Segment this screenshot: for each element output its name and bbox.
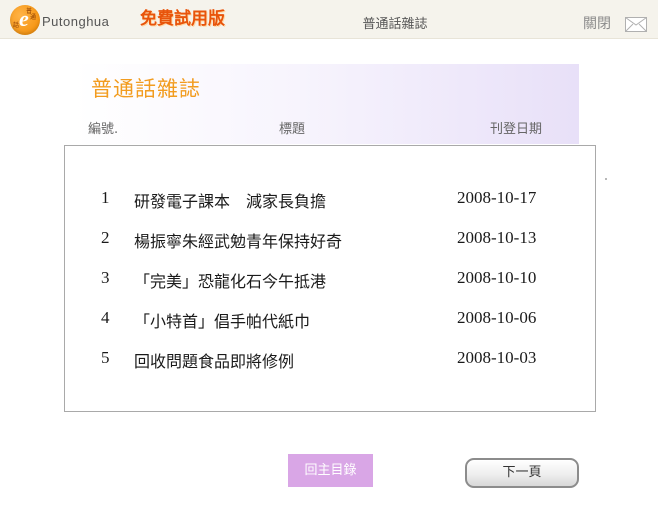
article-number: 2 bbox=[101, 228, 110, 247]
article-date: 2008-10-03 bbox=[457, 348, 537, 367]
article-date: 2008-10-17 bbox=[457, 188, 537, 207]
article-row[interactable]: 1 研發電子課本 減家長負擔 2008-10-17 bbox=[65, 185, 595, 211]
article-date: 2008-10-13 bbox=[457, 228, 537, 247]
article-title-link[interactable]: 研發電子課本 減家長負擔 bbox=[134, 188, 326, 212]
article-number: 3 bbox=[101, 268, 110, 287]
article-title-link[interactable]: 「小特首」倡手帕代紙巾 bbox=[134, 308, 310, 332]
article-date: 2008-10-06 bbox=[457, 308, 537, 327]
article-row[interactable]: 2 楊振寧朱經武勉青年保持好奇 2008-10-13 bbox=[65, 225, 595, 251]
article-number: 1 bbox=[101, 188, 110, 207]
trial-version-badge: 免費試用版 bbox=[140, 9, 225, 29]
article-row[interactable]: 4 「小特首」倡手帕代紙巾 2008-10-06 bbox=[65, 305, 595, 331]
article-row[interactable]: 3 「完美」恐龍化石今午抵港 2008-10-10 bbox=[65, 265, 595, 291]
back-to-main-menu-button[interactable]: 回主目錄 bbox=[288, 454, 373, 487]
article-title-link[interactable]: 楊振寧朱經武勉青年保持好奇 bbox=[134, 228, 342, 252]
logo-char: 通 bbox=[30, 14, 37, 21]
column-header-number: 編號. bbox=[88, 122, 119, 137]
envelope-icon[interactable] bbox=[625, 17, 647, 32]
close-button[interactable]: 關閉 bbox=[583, 13, 611, 33]
top-bar: e 普 通 話 Putonghua 免費試用版 普通話雜誌 關閉 bbox=[0, 0, 658, 39]
next-page-button[interactable]: 下一頁 bbox=[465, 458, 579, 488]
window-title: 普通話雜誌 bbox=[362, 17, 428, 32]
article-number: 4 bbox=[101, 308, 110, 327]
column-header-title: 標題 bbox=[279, 122, 306, 137]
column-header-date: 刊登日期 bbox=[490, 122, 543, 137]
article-title-link[interactable]: 回收問題食品即將修例 bbox=[134, 348, 294, 372]
putonghua-logo: e 普 通 話 bbox=[10, 5, 40, 35]
brand-name: Putonghua bbox=[42, 14, 110, 29]
magazine-header: 普通話雜誌 編號. 標題 刊登日期 bbox=[73, 64, 579, 144]
article-title-link[interactable]: 「完美」恐龍化石今午抵港 bbox=[134, 268, 326, 292]
article-number: 5 bbox=[101, 348, 110, 367]
page-title: 普通話雜誌 bbox=[91, 77, 201, 101]
logo-char: 話 bbox=[13, 22, 20, 29]
article-list: 1 研發電子課本 減家長負擔 2008-10-17 2 楊振寧朱經武勉青年保持好… bbox=[64, 145, 596, 412]
decorative-dot bbox=[605, 178, 607, 180]
article-row[interactable]: 5 回收問題食品即將修例 2008-10-03 bbox=[65, 345, 595, 371]
article-date: 2008-10-10 bbox=[457, 268, 537, 287]
